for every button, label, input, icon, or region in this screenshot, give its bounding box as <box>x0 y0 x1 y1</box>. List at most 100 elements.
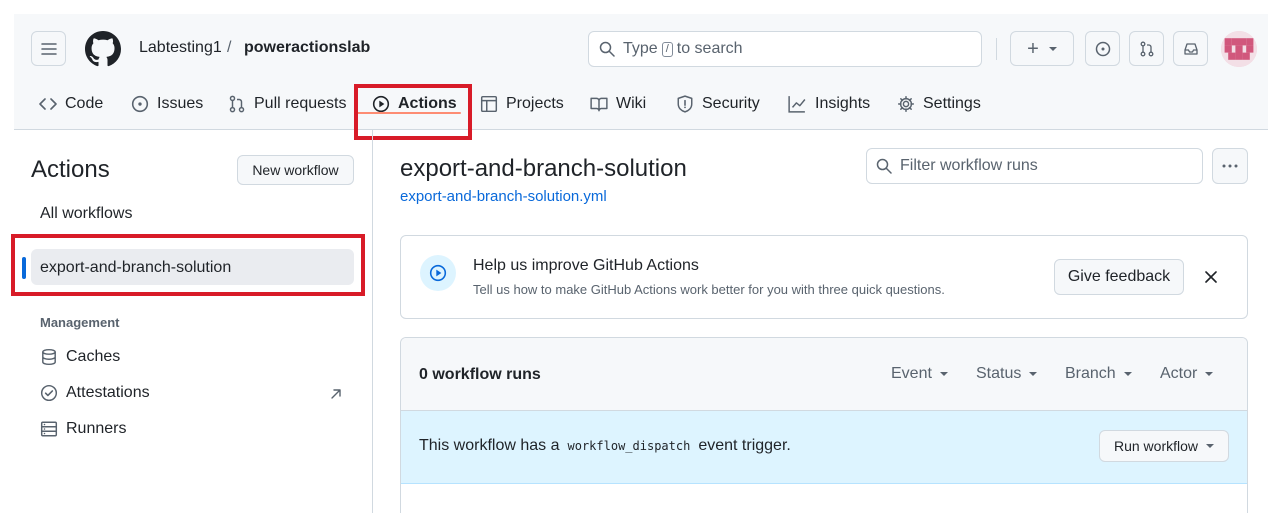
annotation-highlight-selected-workflow <box>11 234 365 296</box>
caches-label: Caches <box>66 348 121 365</box>
tab-code[interactable]: Code <box>39 86 103 122</box>
pull-requests-button[interactable] <box>1129 31 1164 66</box>
breadcrumb-separator: / <box>227 39 232 56</box>
runs-header: 0 workflow runs Event Status Branch Acto… <box>401 338 1247 411</box>
repo-name-link[interactable]: poweractionslab <box>244 39 370 57</box>
sidebar-divider <box>372 130 373 513</box>
create-new-button[interactable]: + <box>1010 31 1074 66</box>
tab-wiki[interactable]: Wiki <box>590 86 646 122</box>
git-pull-request-icon <box>229 95 245 113</box>
dispatch-text: This workflow has a workflow_dispatch ev… <box>419 437 791 455</box>
tab-insights-label: Insights <box>815 95 871 112</box>
workflow-dispatch-notice: This workflow has a workflow_dispatch ev… <box>401 411 1247 484</box>
management-heading: Management <box>40 315 120 330</box>
search-placeholder-prefix: Type <box>623 40 658 57</box>
branch-filter-dropdown[interactable]: Branch <box>1065 365 1132 383</box>
run-workflow-button[interactable]: Run workflow <box>1099 430 1229 462</box>
give-feedback-button[interactable]: Give feedback <box>1054 259 1184 295</box>
sidebar-item-caches[interactable]: Caches <box>40 348 120 366</box>
actor-filter-label: Actor <box>1160 365 1198 382</box>
kebab-horizontal-icon <box>1222 164 1238 168</box>
issue-opened-icon <box>1095 41 1110 56</box>
dispatch-code: workflow_dispatch <box>567 439 691 453</box>
issues-button[interactable] <box>1085 31 1120 66</box>
arrow-up-right-icon <box>331 389 341 399</box>
table-icon <box>480 95 498 113</box>
tab-settings[interactable]: Settings <box>897 86 981 122</box>
dispatch-prefix: This workflow has a <box>419 437 560 454</box>
chevron-down-icon <box>1205 372 1214 376</box>
sidebar-item-runners[interactable]: Runners <box>40 420 126 438</box>
tab-settings-label: Settings <box>923 95 981 112</box>
search-icon <box>876 158 892 174</box>
filter-placeholder: Filter workflow runs <box>900 157 1038 174</box>
event-filter-dropdown[interactable]: Event <box>891 365 948 383</box>
inbox-button[interactable] <box>1173 31 1208 66</box>
search-icon <box>599 41 615 57</box>
tab-issues-label: Issues <box>157 95 204 112</box>
banner-icon-container <box>420 255 456 291</box>
github-logo-icon[interactable] <box>85 31 121 67</box>
attestations-label: Attestations <box>66 384 150 401</box>
tab-security-label: Security <box>702 95 760 112</box>
identicon-icon <box>1221 31 1257 67</box>
header-divider <box>996 38 997 60</box>
hamburger-menu-button[interactable] <box>31 31 66 66</box>
sidebar-item-attestations[interactable]: Attestations <box>40 384 150 402</box>
hamburger-icon <box>40 42 57 55</box>
chevron-down-icon <box>1048 46 1057 51</box>
status-filter-label: Status <box>976 365 1022 382</box>
tab-code-label: Code <box>65 95 104 112</box>
gear-icon <box>897 95 915 113</box>
feedback-banner: Help us improve GitHub Actions Tell us h… <box>400 235 1248 319</box>
tab-pull-requests-label: Pull requests <box>254 95 347 112</box>
new-workflow-button[interactable]: New workflow <box>237 155 354 185</box>
banner-subtitle: Tell us how to make GitHub Actions work … <box>473 282 945 297</box>
tab-wiki-label: Wiki <box>616 95 647 112</box>
server-icon <box>40 421 58 437</box>
repo-owner-link[interactable]: Labtesting1 <box>139 39 222 57</box>
runners-label: Runners <box>66 420 127 437</box>
tab-insights[interactable]: Insights <box>787 86 870 122</box>
shield-icon <box>677 95 693 113</box>
workflow-runs-panel: 0 workflow runs Event Status Branch Acto… <box>400 337 1248 513</box>
code-icon <box>39 98 57 110</box>
banner-title: Help us improve GitHub Actions <box>473 257 699 274</box>
search-placeholder-suffix: to search <box>676 40 743 57</box>
runs-count: 0 workflow runs <box>419 366 541 383</box>
sidebar-title: Actions <box>31 156 110 183</box>
more-options-button[interactable] <box>1212 148 1248 184</box>
git-pull-request-icon <box>1140 41 1153 56</box>
status-filter-dropdown[interactable]: Status <box>976 365 1038 383</box>
chevron-down-icon <box>939 372 948 376</box>
play-icon <box>429 264 447 282</box>
verified-icon <box>40 384 58 402</box>
sidebar-item-all-workflows[interactable]: All workflows <box>40 205 132 223</box>
run-workflow-label: Run workflow <box>1113 438 1199 454</box>
chevron-down-icon <box>1123 372 1132 376</box>
close-banner-button[interactable] <box>1201 267 1221 287</box>
chevron-down-icon <box>1029 372 1038 376</box>
plus-icon: + <box>1027 37 1039 60</box>
tab-issues[interactable]: Issues <box>131 86 203 122</box>
actor-filter-dropdown[interactable]: Actor <box>1160 365 1214 383</box>
global-search-input[interactable]: Type / to search <box>588 31 982 67</box>
user-avatar[interactable] <box>1221 31 1257 67</box>
inbox-icon <box>1183 42 1198 55</box>
close-icon <box>1205 271 1217 283</box>
book-icon <box>590 97 608 112</box>
issue-opened-icon <box>131 95 149 113</box>
tab-projects[interactable]: Projects <box>480 86 564 122</box>
event-filter-label: Event <box>891 365 932 382</box>
tab-security[interactable]: Security <box>676 86 760 122</box>
workflow-file-link[interactable]: export-and-branch-solution.yml <box>400 188 607 205</box>
tab-pull-requests[interactable]: Pull requests <box>228 86 347 122</box>
branch-filter-label: Branch <box>1065 365 1116 382</box>
filter-workflow-runs-input[interactable]: Filter workflow runs <box>866 148 1203 184</box>
repo-header: Labtesting1 / poweractionslab Type / to … <box>14 14 1268 130</box>
chevron-down-icon <box>1206 444 1215 448</box>
tab-projects-label: Projects <box>506 95 564 112</box>
dispatch-suffix: event trigger. <box>698 437 791 454</box>
graph-icon <box>788 96 806 113</box>
workflow-title: export-and-branch-solution <box>400 155 687 182</box>
